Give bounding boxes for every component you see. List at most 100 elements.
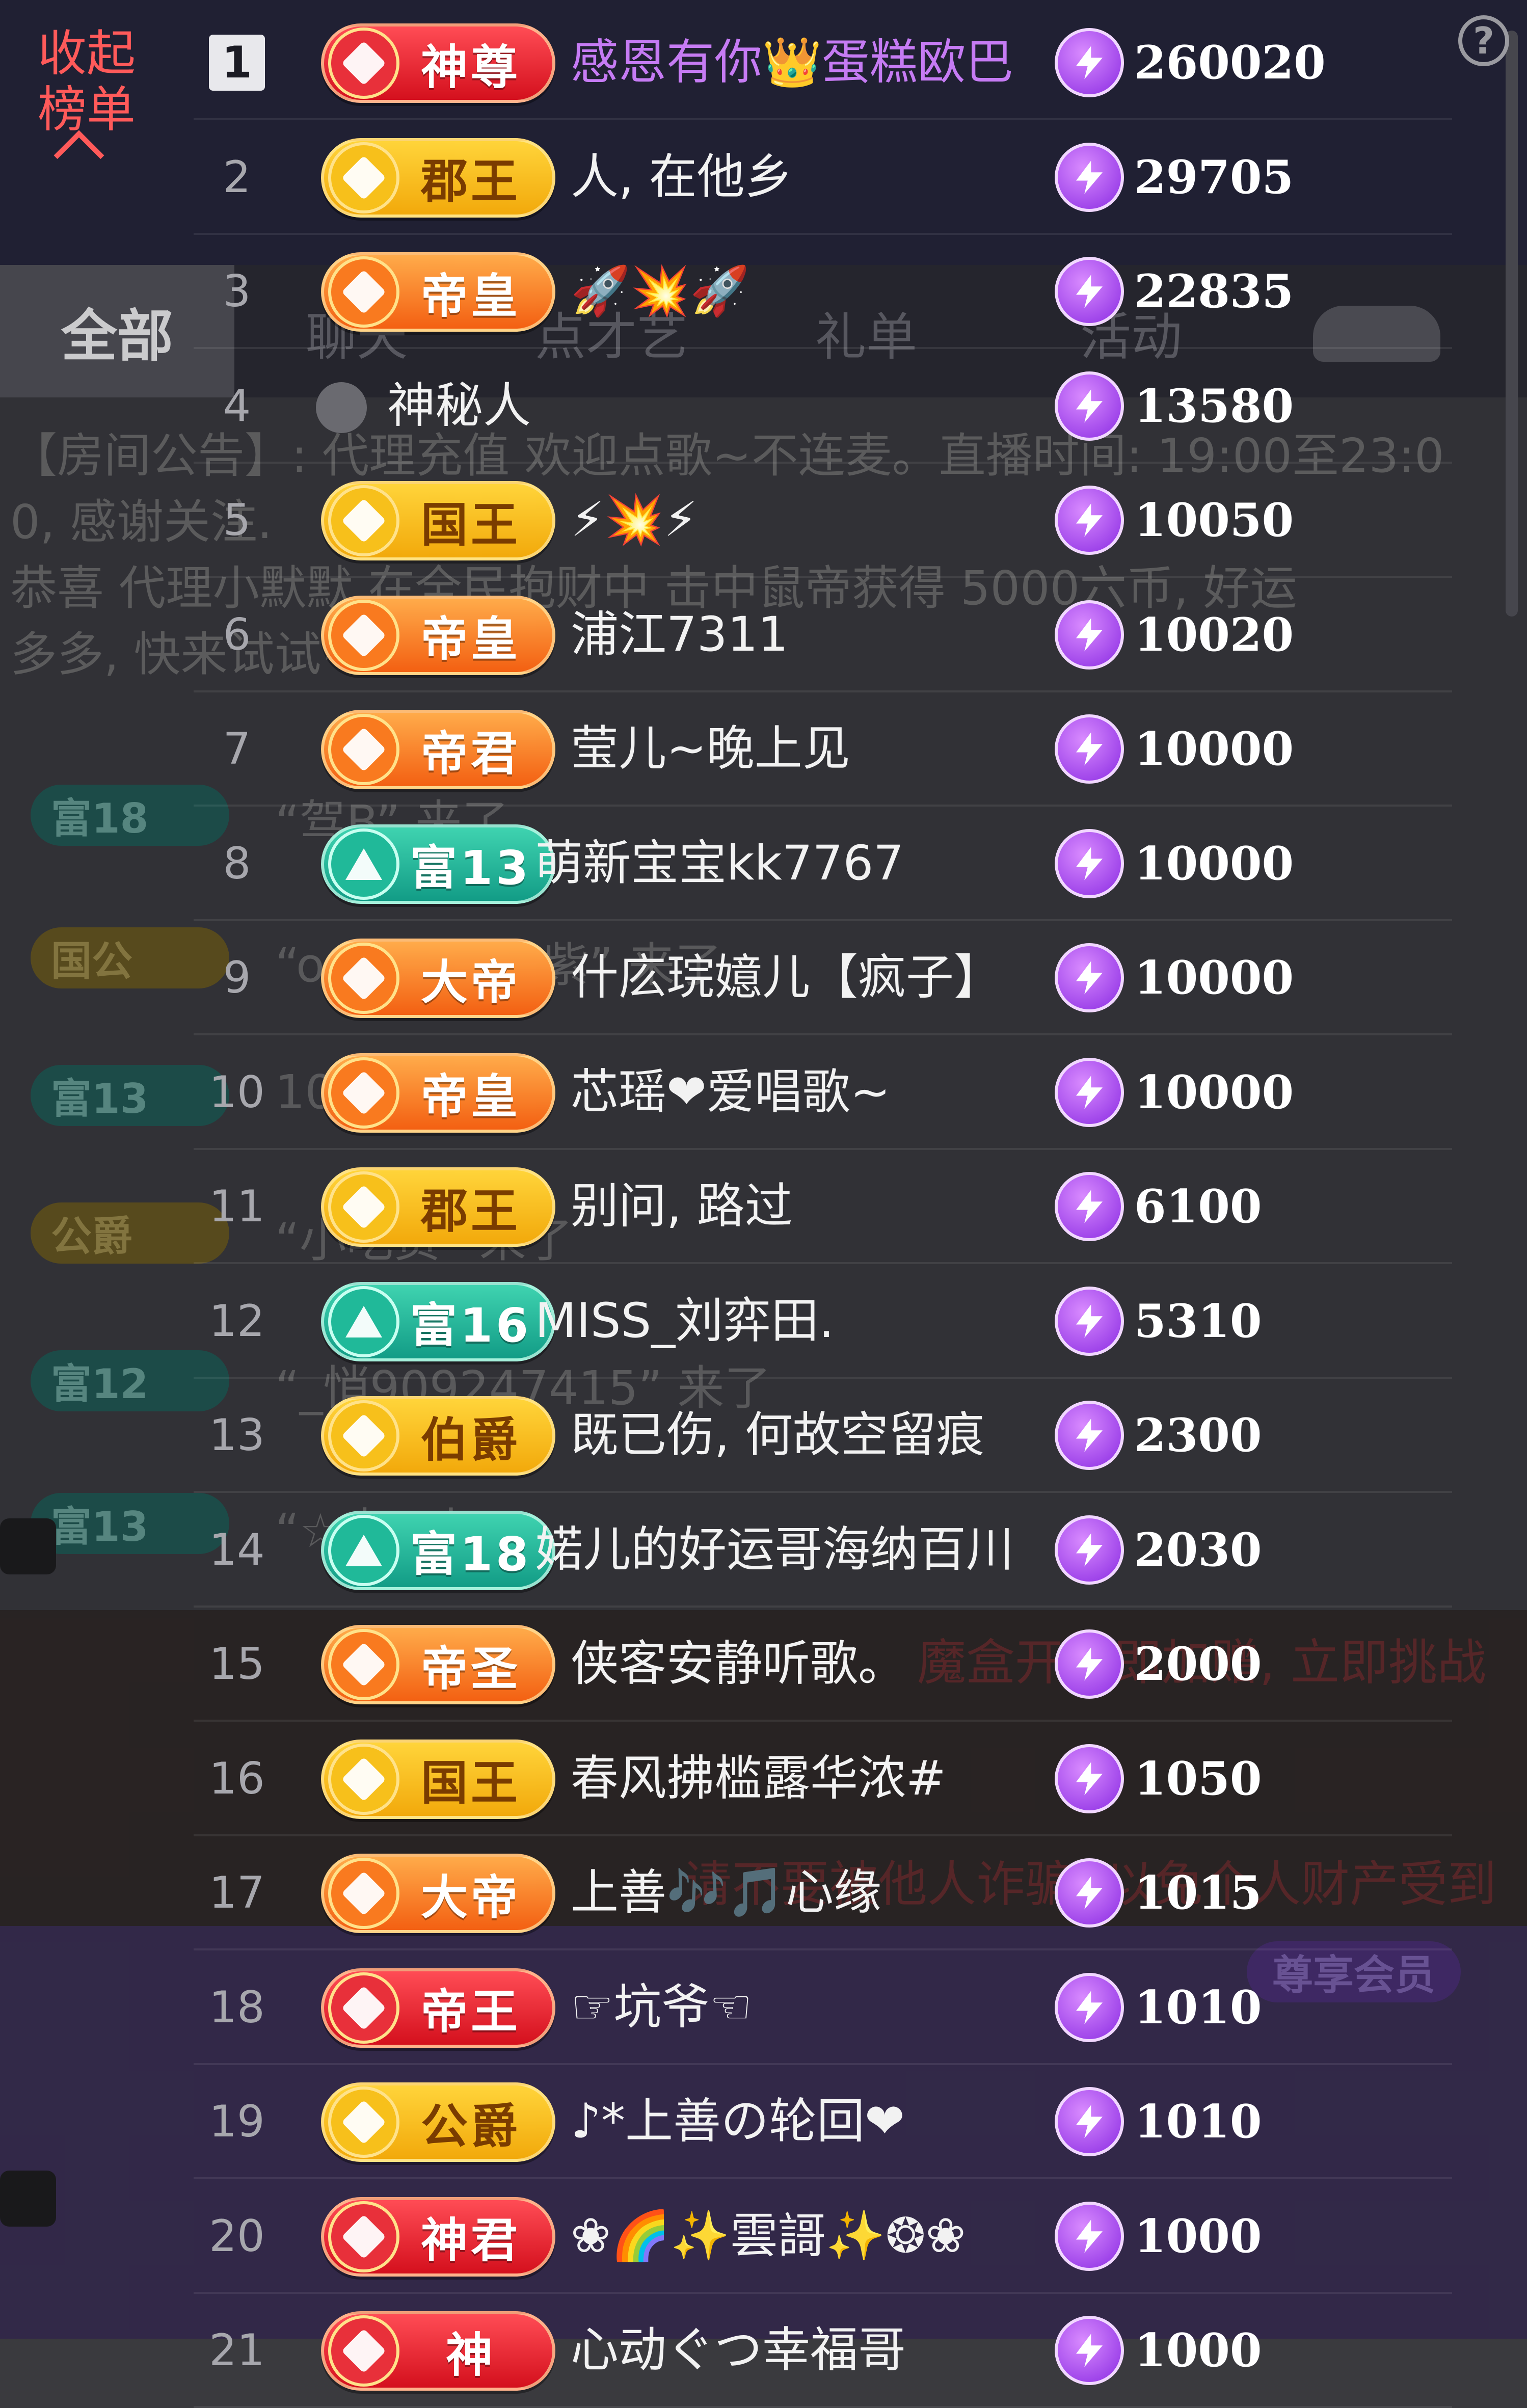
contribution-score: 1015 [1055,1858,1262,1928]
noble-badge: 富16 [321,1281,555,1361]
rank-number: 14 [209,1524,265,1575]
contribution-score: 260020 [1055,28,1326,97]
gem-icon [328,2086,399,2158]
ranking-row[interactable]: 3 帝皇 🚀💥🚀 22835 [194,234,1452,349]
badge-label: 公爵 [420,2099,521,2154]
ranking-row[interactable]: 18 帝王 ☞坑爷☜ 1010 [194,1950,1452,2065]
badge-label: 帝皇 [420,612,521,666]
noble-badge: 富18 [321,1510,555,1590]
score-value: 6100 [1134,1180,1262,1234]
contribution-score: 1010 [1055,2087,1262,2156]
lightning-coin-icon [1055,714,1124,784]
contribution-score: 2000 [1055,1629,1262,1699]
lightning-coin-icon [1055,1515,1124,1585]
rank-number: 1 [209,35,265,91]
score-value: 22835 [1134,264,1294,318]
noble-badge: 帝皇 [321,1053,555,1133]
score-value: 10000 [1134,722,1294,776]
question-icon[interactable]: ? [1458,15,1509,66]
ranking-row[interactable]: 4 神秘人 13580 [194,349,1452,464]
badge-label: 大帝 [420,1870,521,1925]
contribution-score: 10000 [1055,828,1294,898]
badge-label: 帝王 [420,1985,521,2039]
gem-icon [328,1858,399,1929]
lightning-coin-icon [1055,1972,1124,2042]
ranking-row[interactable]: 14 富18 婼儿的好运哥海纳百川 2030 [194,1492,1452,1608]
contribution-score: 10000 [1055,1057,1294,1127]
score-value: 2030 [1134,1522,1262,1577]
score-value: 10000 [1134,951,1294,1005]
badge-label: 帝圣 [420,1641,521,1696]
gem-icon [328,943,399,1014]
noble-badge: 郡王 [321,1167,555,1247]
ranking-row[interactable]: 12 富16 MISS_刘弈田. 5310 [194,1264,1452,1379]
lightning-coin-icon [1055,943,1124,1012]
score-value: 29705 [1134,150,1294,204]
noble-badge: 大帝 [321,939,555,1018]
lightning-coin-icon [1055,1057,1124,1127]
ranking-row[interactable]: 20 神君 ❀🌈✨雲謌✨❂❀ 1000 [194,2179,1452,2294]
noble-badge: 帝圣 [321,1625,555,1704]
score-value: 2000 [1134,1637,1262,1691]
score-value: 2300 [1134,1408,1262,1462]
noble-badge: 伯爵 [321,1396,555,1476]
gem-icon [328,1629,399,1700]
gem-icon [328,28,399,99]
contribution-score: 10050 [1055,486,1294,555]
ranking-row[interactable]: 21 神心动ぐつ幸福哥 1000 [194,2293,1452,2408]
lightning-coin-icon [1055,1401,1124,1470]
badge-label: 富18 [410,1527,532,1582]
ranking-row[interactable]: 6 帝皇 浦江7311 10020 [194,577,1452,692]
ranking-row[interactable]: 13 伯爵 既已伤, 何故空留痕 2300 [194,1378,1452,1493]
rank-number: 7 [223,724,251,774]
gem-icon [328,2201,399,2272]
contribution-score: 10000 [1055,943,1294,1012]
ranking-row[interactable]: 8 富13 萌新宝宝kk7767 10000 [194,806,1452,921]
rank-number: 10 [209,1066,265,1118]
ranking-row[interactable]: 1 神尊 感恩有你👑蛋糕欧巴 260020 [194,5,1452,120]
rank-number: 21 [209,2325,265,2376]
ranking-row[interactable]: 7 帝君 莹儿~晚上见 10000 [194,691,1452,807]
rank-number: 6 [223,609,251,660]
score-value: 1010 [1134,2095,1262,2149]
lightning-coin-icon [1055,371,1124,441]
rank-number: 3 [223,266,251,317]
lightning-coin-icon [1055,486,1124,555]
lightning-coin-icon [1055,1744,1124,1813]
contribution-score: 10020 [1055,600,1294,670]
score-value: 10000 [1134,836,1294,891]
ranking-row[interactable]: 9 大帝 什庅琓嬑儿【疯子】 10000 [194,920,1452,1035]
noble-badge: 神君 [321,2197,555,2277]
rank-number: 19 [209,2096,265,2147]
gem-icon [328,599,399,671]
spy-avatar-icon [316,382,367,433]
ranking-row[interactable]: 5 国王 ⚡💥⚡ 10050 [194,463,1452,578]
ranking-row[interactable]: 19 公爵 ♪*上善の轮回❤ 1010 [194,2064,1452,2179]
user-name[interactable]: 神秘人 [387,364,1055,448]
collapse-ranking-button[interactable]: 收起榜单 [20,25,153,138]
noble-badge: 神 [321,2311,555,2391]
lightning-coin-icon [1055,828,1124,898]
ranking-row[interactable]: 17 大帝 上善🎶🎵心缘 1015 [194,1835,1452,1950]
ranking-row[interactable]: 11 郡王 别问, 路过 6100 [194,1149,1452,1264]
badge-label: 帝君 [420,726,521,781]
lightning-coin-icon [1055,2316,1124,2385]
ranking-row[interactable]: 10 帝皇 芯瑶❤爱唱歌~ 10000 [194,1035,1452,1150]
badge-label: 富16 [410,1298,532,1353]
ranking-row[interactable]: 15 帝圣 侠客安静听歌。 2000 [194,1607,1452,1722]
contribution-score: 1010 [1055,1972,1262,2042]
noble-badge: 富13 [321,824,555,904]
rank-number: 20 [209,2210,265,2262]
lightning-coin-icon [1055,28,1124,97]
score-value: 1000 [1134,2209,1262,2263]
badge-label: 国王 [420,1756,521,1810]
lightning-coin-icon [1055,257,1124,326]
rank-number: 9 [223,952,251,1003]
gem-icon [328,256,399,328]
rank-number: 11 [209,1181,265,1232]
ranking-row[interactable]: 2 郡王 人, 在他乡 29705 [194,120,1452,235]
contribution-score: 22835 [1055,257,1294,326]
ranking-row[interactable]: 16 国王 春风拂槛露华浓# 1050 [194,1721,1452,1836]
contribution-score: 13580 [1055,371,1294,441]
score-value: 260020 [1134,36,1326,90]
